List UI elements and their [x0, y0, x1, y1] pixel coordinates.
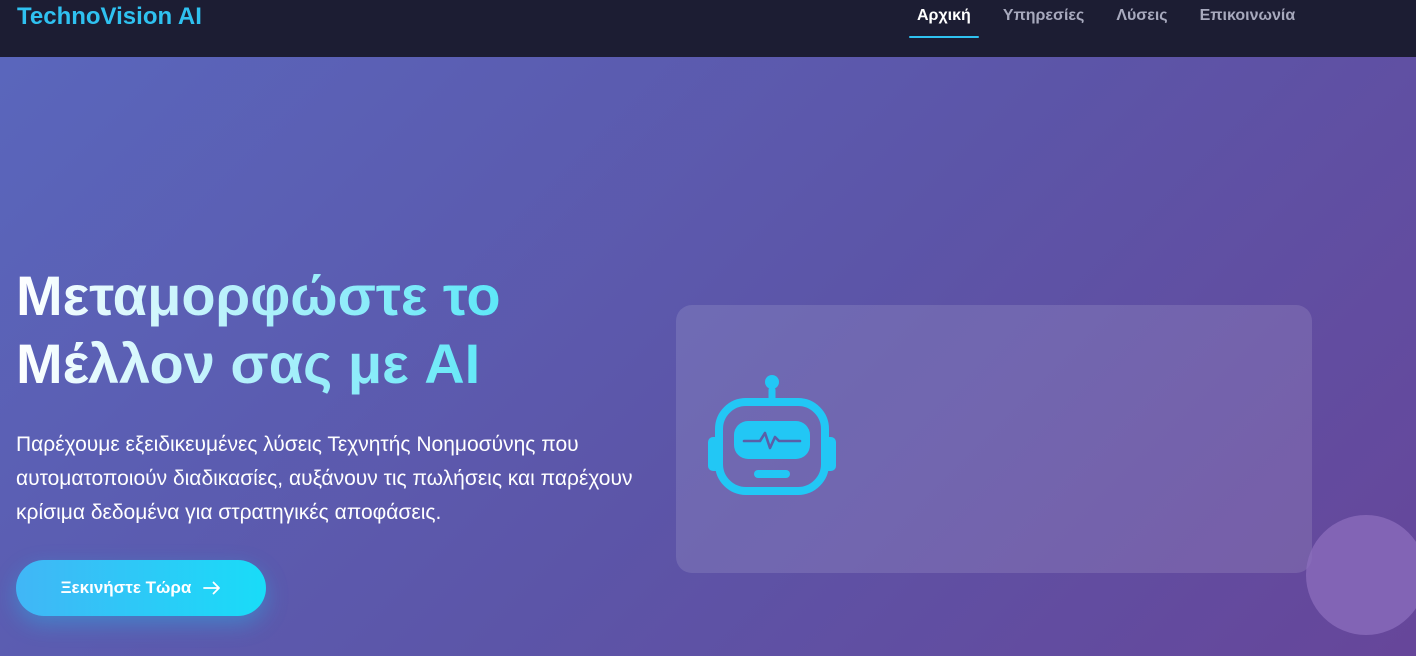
- nav-link-services[interactable]: Υπηρεσίες: [995, 0, 1093, 40]
- get-started-button[interactable]: Ξεκινήστε Τώρα: [16, 560, 266, 616]
- hero-title-line-1: Μεταμορφώστε το: [16, 264, 501, 327]
- hero-title-line-2: Μέλλον σας με AI: [16, 332, 481, 395]
- decorative-circle: [1306, 515, 1416, 635]
- hero-subtitle: Παρέχουμε εξειδικευμένες λύσεις Τεχνητής…: [16, 433, 633, 524]
- nav-link-home[interactable]: Αρχική: [909, 0, 979, 40]
- hero-visual-card: [676, 305, 1312, 573]
- top-navbar: TechnoVision AI Αρχική Υπηρεσίες Λύσεις …: [0, 0, 1416, 57]
- hero-title: Μεταμορφώστε το Μέλλον σας με AI: [16, 262, 636, 398]
- arrow-right-icon: [203, 581, 221, 595]
- page: TechnoVision AI Αρχική Υπηρεσίες Λύσεις …: [0, 0, 1416, 656]
- robot-icon: [706, 371, 838, 495]
- main-nav: Αρχική Υπηρεσίες Λύσεις Επικοινωνία: [909, 0, 1319, 40]
- brand-logo-text[interactable]: TechnoVision AI: [17, 3, 202, 31]
- nav-link-contact[interactable]: Επικοινωνία: [1192, 0, 1304, 40]
- nav-link-solutions[interactable]: Λύσεις: [1108, 0, 1175, 40]
- get-started-label: Ξεκινήστε Τώρα: [60, 578, 192, 597]
